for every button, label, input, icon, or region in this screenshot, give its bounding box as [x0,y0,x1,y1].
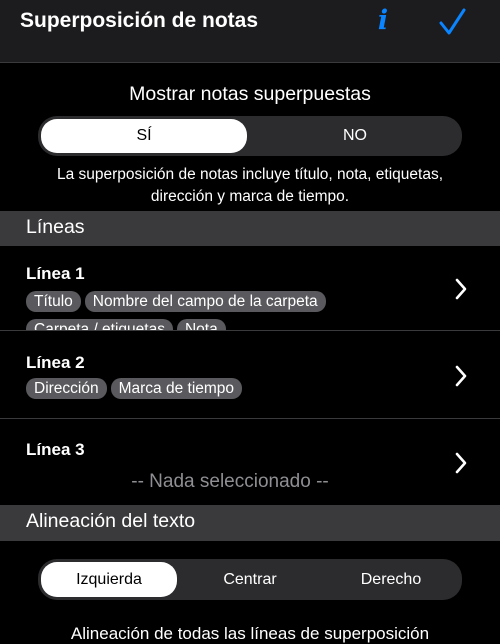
line-1-title: Línea 1 [26,264,85,283]
tag-folder-field-name: Nombre del campo de la carpeta [84,291,326,312]
line-3-title: Línea 3 [26,440,85,459]
align-left-option[interactable]: Izquierda [41,562,177,597]
tag-folder-tags: Carpeta / etiquetas [26,319,173,330]
tag-title: Título [26,291,81,312]
overlay-description: La superposición de notas incluye título… [56,166,444,205]
tag-timestamp: Marca de tiempo [110,378,243,399]
overlay-yes-option[interactable]: SÍ [41,119,247,153]
alignment-description: Alineación de todas las líneas de superp… [70,624,430,643]
alignment-section-header: Alineación del texto [0,505,500,541]
line-2-row[interactable]: Línea 2 Dirección Marca de tiempo [0,340,500,418]
line-2-title: Línea 2 [26,353,85,372]
done-button[interactable] [436,6,468,38]
chevron-right-icon [455,278,467,300]
show-overlay-label: Mostrar notas superpuestas [129,83,371,105]
lines-section-title: Líneas [26,216,85,238]
row-separator [0,418,500,419]
tag-note: Nota [176,319,226,330]
alignment-segmented-control: Izquierda Centrar Derecho [38,559,462,600]
line-3-row[interactable]: Línea 3 -- Nada seleccionado -- [0,427,500,505]
line-1-tags: Título Nombre del campo de la carpeta Carp… [26,291,440,330]
alignment-section-title: Alineación del texto [26,510,196,532]
chevron-right-icon [455,365,467,387]
info-button[interactable]: i [373,4,393,38]
info-icon: i [377,5,389,36]
checkmark-icon [439,8,466,35]
overlay-no-option[interactable]: NO [251,119,459,153]
lines-section-header: Líneas [0,211,500,246]
line-2-tags: Dirección Marca de tiempo [26,378,440,406]
align-right-option[interactable]: Derecho [323,562,459,597]
tag-address: Dirección [26,378,107,399]
navigation-bar: Superposición de notas i [0,0,500,63]
line-3-empty-placeholder: -- Nada seleccionado -- [131,471,329,492]
align-center-option[interactable]: Centrar [181,562,319,597]
overlay-toggle: SÍ NO [38,116,462,156]
chevron-right-icon [455,452,467,474]
line-1-row[interactable]: Línea 1 Título Nombre del campo de la car… [0,251,500,330]
page-title: Superposición de notas [20,9,259,32]
row-separator [0,330,500,331]
